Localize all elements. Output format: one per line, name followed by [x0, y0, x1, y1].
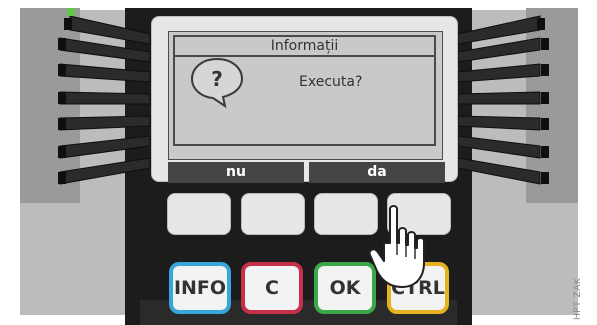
softkey-no[interactable]: nu	[168, 162, 304, 183]
info-key[interactable]: INFO	[169, 262, 231, 314]
hardware-softkey-1[interactable]	[167, 193, 231, 235]
softkey-bar: nu da	[168, 162, 445, 184]
clear-key[interactable]: C	[241, 262, 303, 314]
ok-key[interactable]: OK	[314, 262, 376, 314]
lcd-display: Informații ? Executa? nu da	[151, 16, 458, 184]
question-speech-bubble-icon: ?	[190, 57, 244, 108]
dialog-title: Informații	[175, 37, 434, 57]
pointing-hand-icon	[368, 205, 425, 288]
hardware-softkey-2[interactable]	[241, 193, 305, 235]
confirm-message: Executa?	[299, 74, 363, 90]
watermark-label: HPT ZAK	[573, 277, 583, 320]
led-indicator-icon	[67, 8, 75, 16]
svg-text:?: ?	[211, 67, 223, 91]
softkey-yes[interactable]: da	[309, 162, 445, 183]
lcd-screen: Informații ? Executa?	[168, 31, 443, 160]
device-front-panel: Informații ? Executa? nu da INFO C OK CT…	[0, 0, 597, 325]
